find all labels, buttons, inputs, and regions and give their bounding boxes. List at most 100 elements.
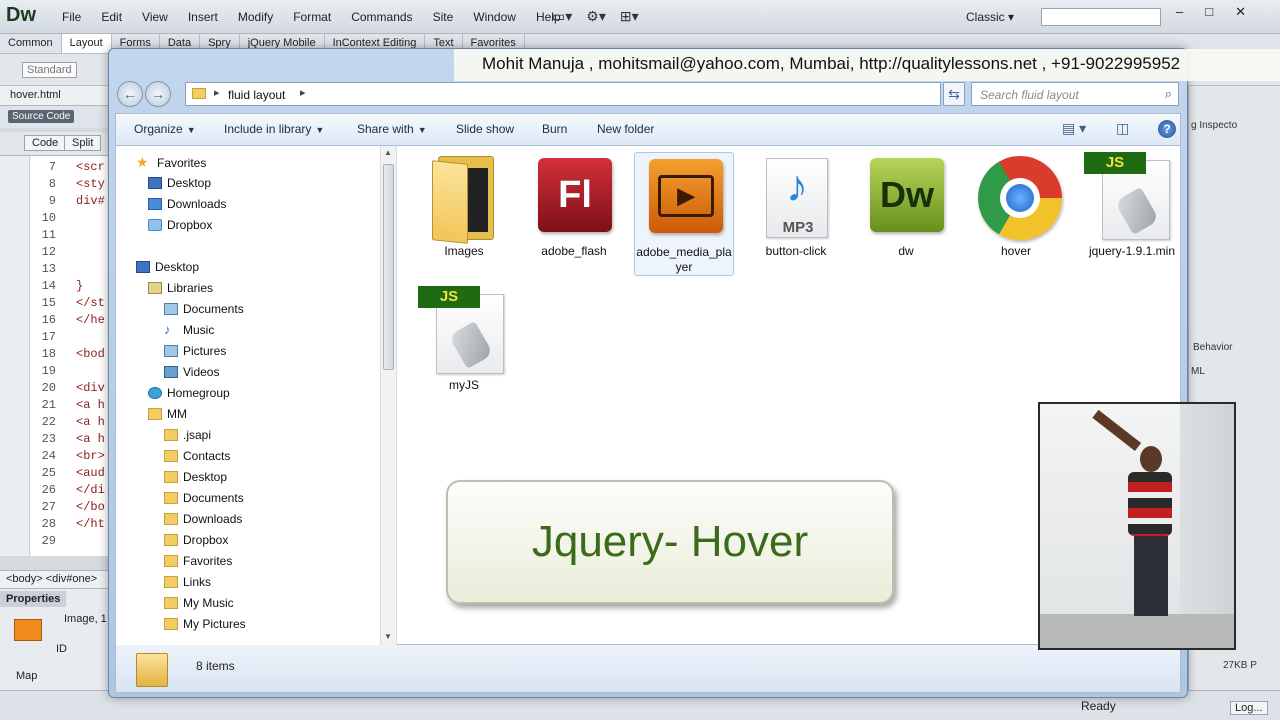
menu-window[interactable]: Window — [463, 10, 526, 24]
source-code-button[interactable]: Source Code — [8, 110, 75, 123]
desktop-icon — [136, 261, 150, 273]
code-view-button[interactable]: Code — [24, 135, 67, 151]
file-item[interactable]: Images — [414, 152, 514, 259]
line-number: 13 — [41, 262, 56, 276]
dreamweaver-search-input[interactable] — [1041, 8, 1161, 26]
code-editor[interactable]: 7 <scr 8 <sty 9 div# 10 11 12 13 14} 15 </st 16 </he 17… — [0, 156, 108, 556]
nav-label: Links — [183, 575, 212, 589]
file-item[interactable]: JS myJS — [414, 286, 514, 393]
nav-documents[interactable]: Documents — [164, 302, 244, 316]
code-text: </st — [76, 296, 105, 310]
mp3-label: MP3 — [782, 219, 814, 236]
menu-site[interactable]: Site — [423, 10, 464, 24]
gear-icon[interactable]: ⚙▾ — [586, 8, 606, 25]
nav-user-item[interactable]: My Pictures — [164, 617, 246, 631]
layout-icon[interactable]: ▭▾ — [552, 8, 572, 25]
nav-user-item[interactable]: .jsapi — [164, 428, 211, 442]
nav-music[interactable]: ♪ Music — [164, 323, 214, 337]
nav-favorites-downloads[interactable]: Downloads — [148, 197, 226, 211]
file-item[interactable]: MP3 ♪ button-click — [746, 152, 846, 259]
scroll-down-icon[interactable]: ▼ — [384, 632, 392, 641]
nav-user-item[interactable]: Links — [164, 575, 211, 589]
nav-user-item[interactable]: Dropbox — [164, 533, 228, 547]
document-tab[interactable]: hover.html — [0, 86, 108, 106]
menu-modify[interactable]: Modify — [228, 10, 283, 24]
organize-button[interactable]: Organize ▼ — [134, 122, 196, 136]
insert-tab-layout[interactable]: Layout — [61, 34, 112, 53]
behaviors-tab[interactable]: Behavior — [1193, 342, 1232, 353]
back-button[interactable]: ← — [117, 81, 143, 107]
nav-user-item[interactable]: Documents — [164, 491, 244, 505]
nav-scrollbar[interactable]: ▲ ▼ — [380, 146, 396, 646]
nav-favorites-dropbox[interactable]: Dropbox — [148, 218, 212, 232]
libraries-icon — [148, 282, 162, 294]
file-item[interactable]: hover — [966, 152, 1066, 259]
window-controls: – □ ✕ — [1176, 4, 1246, 20]
address-bar[interactable]: ▸ fluid layout ▸ ▼ — [185, 82, 1010, 106]
nav-label: Dropbox — [167, 218, 213, 232]
nav-user-item[interactable]: My Music — [164, 596, 234, 610]
log-button[interactable]: Log... — [1230, 701, 1268, 715]
line-number: 17 — [41, 330, 56, 344]
standard-button[interactable]: Standard — [22, 62, 77, 78]
folder-icon — [164, 429, 178, 441]
burn-button[interactable]: Burn — [542, 122, 567, 136]
nav-label: Contacts — [183, 449, 231, 463]
menu-format[interactable]: Format — [283, 10, 341, 24]
minimize-icon[interactable]: – — [1176, 4, 1183, 20]
tag-selector[interactable]: <body> <div#one> — [0, 570, 108, 588]
pane-divider[interactable] — [396, 146, 397, 646]
nav-user-item[interactable]: Desktop — [164, 470, 227, 484]
preview-pane-icon[interactable]: ◫ — [1116, 120, 1129, 137]
nav-user-item[interactable]: Contacts — [164, 449, 230, 463]
sitemap-icon[interactable]: ⊞▾ — [620, 8, 639, 25]
scroll-thumb[interactable] — [383, 164, 394, 370]
nav-homegroup[interactable]: Homegroup — [148, 386, 230, 400]
breadcrumb-chevron-icon[interactable]: ▸ — [300, 86, 306, 99]
scroll-up-icon[interactable]: ▲ — [384, 148, 392, 157]
new-folder-button[interactable]: New folder — [597, 122, 654, 136]
file-item[interactable]: Fl adobe_flash — [524, 152, 624, 259]
breadcrumb-current[interactable]: fluid layout — [228, 88, 285, 102]
jquery-hover-button[interactable]: Jquery- Hover — [446, 480, 894, 604]
nav-libraries[interactable]: Libraries — [148, 281, 213, 295]
menu-edit[interactable]: Edit — [91, 10, 132, 24]
maximize-icon[interactable]: □ — [1205, 4, 1213, 20]
include-in-library-button[interactable]: Include in library ▼ — [224, 122, 324, 136]
search-icon[interactable]: ⌕ — [1165, 86, 1172, 102]
forward-button[interactable]: → — [145, 81, 171, 107]
refresh-button[interactable]: ⇆ — [943, 82, 965, 106]
file-item[interactable]: JS jquery-1.9.1.min — [1072, 152, 1192, 259]
menu-commands[interactable]: Commands — [341, 10, 422, 24]
insert-tab-common[interactable]: Common — [0, 34, 62, 53]
nav-favorites-desktop[interactable]: Desktop — [148, 176, 211, 190]
file-name: hover — [1000, 244, 1032, 258]
nav-user-item[interactable]: Favorites — [164, 554, 232, 568]
line-number: 27 — [41, 500, 56, 514]
line-number: 23 — [41, 432, 56, 446]
close-icon[interactable]: ✕ — [1235, 4, 1246, 20]
split-view-button[interactable]: Split — [64, 135, 102, 151]
change-view-icon[interactable]: ▤ ▾ — [1062, 120, 1086, 137]
file-item-selected[interactable]: ▶ adobe_media_player — [634, 152, 734, 276]
nav-favorites[interactable]: ★ Favorites — [136, 155, 206, 171]
file-item[interactable]: Dw dw — [856, 152, 956, 259]
nav-user[interactable]: MM — [148, 407, 187, 421]
search-input[interactable]: Search fluid layout ⌕ — [971, 82, 1179, 106]
slide-show-button[interactable]: Slide show — [456, 122, 514, 136]
menu-file[interactable]: File — [52, 10, 91, 24]
nav-label: MM — [167, 407, 187, 421]
menu-view[interactable]: View — [132, 10, 178, 24]
nav-videos[interactable]: Videos — [164, 365, 219, 379]
share-with-button[interactable]: Share with ▼ — [357, 122, 427, 136]
breadcrumb-chevron-icon[interactable]: ▸ — [214, 86, 220, 99]
presenter-banner: Mohit Manuja , mohitsmail@yahoo.com, Mum… — [454, 49, 1280, 81]
nav-desktop[interactable]: Desktop — [136, 260, 199, 274]
help-icon[interactable]: ? — [1158, 120, 1176, 138]
nav-user-item[interactable]: Downloads — [164, 512, 242, 526]
workspace-switcher[interactable]: Classic ▾ — [966, 10, 1014, 24]
downloads-icon — [148, 198, 162, 210]
nav-pictures[interactable]: Pictures — [164, 344, 226, 358]
code-text: <a h — [76, 398, 105, 412]
menu-insert[interactable]: Insert — [178, 10, 228, 24]
